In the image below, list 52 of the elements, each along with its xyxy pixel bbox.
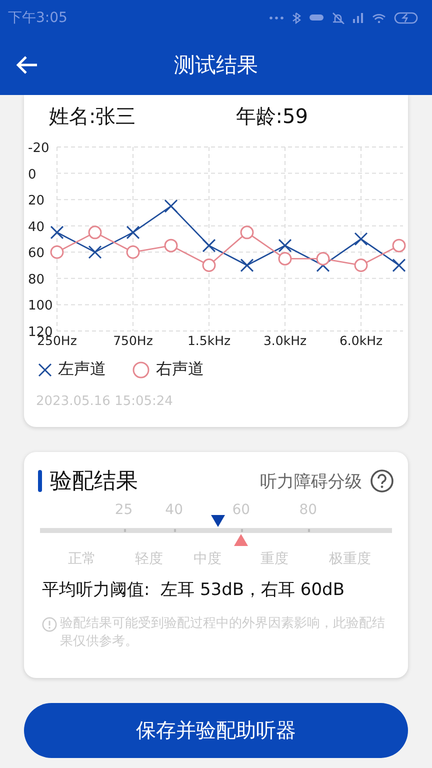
back-icon[interactable] xyxy=(16,56,38,74)
help-icon[interactable] xyxy=(370,469,394,493)
save-button[interactable]: 保存并验配助听器 xyxy=(24,703,408,758)
cross-marker xyxy=(392,258,406,272)
circle-marker xyxy=(354,258,368,272)
cross-marker xyxy=(240,258,254,272)
cross-marker xyxy=(278,238,292,252)
legend-label: 右声道 xyxy=(156,359,204,380)
wifi-icon xyxy=(372,12,386,22)
circle-marker xyxy=(50,245,64,259)
x-axis-label: 6.0kHz xyxy=(339,333,383,348)
circle-marker xyxy=(164,238,178,252)
bluetooth-icon xyxy=(292,12,301,24)
circle-marker xyxy=(126,245,140,259)
cross-marker xyxy=(50,226,64,240)
y-axis-label: 40 xyxy=(28,220,45,235)
section-title: 验配结果 xyxy=(50,468,139,496)
circle-marker xyxy=(316,252,330,266)
legend-label: 左声道 xyxy=(58,359,106,380)
status-time: 下午3:05 xyxy=(8,8,68,26)
info-icon xyxy=(42,617,57,632)
more-icon xyxy=(269,16,284,20)
y-axis-label: 0 xyxy=(28,167,36,182)
circle-marker xyxy=(240,226,254,240)
signal-icon xyxy=(353,12,364,22)
patient-name: 姓名:张三 xyxy=(49,103,136,130)
y-axis-label: -20 xyxy=(28,141,50,156)
y-axis-label: 100 xyxy=(28,298,53,314)
average-threshold: 平均听力阈值: 左耳 53dB，右耳 60dB xyxy=(41,579,346,601)
page-title: 测试结果 xyxy=(174,52,258,79)
y-axis-label: 20 xyxy=(28,194,45,209)
x-axis-label: 1.5kHz xyxy=(187,333,231,348)
x-axis-label: 3.0kHz xyxy=(263,333,307,348)
circle-marker xyxy=(88,226,102,240)
circle-marker xyxy=(202,258,216,272)
y-axis-label: 60 xyxy=(28,246,45,262)
circle-marker xyxy=(278,252,292,266)
grading-link[interactable]: 听力障碍分级 xyxy=(260,470,362,492)
toggle-icon xyxy=(309,14,324,21)
muted-bell-icon xyxy=(332,12,345,24)
y-axis-label: 80 xyxy=(28,272,45,288)
cross-marker xyxy=(88,245,102,259)
x-axis-label: 750Hz xyxy=(113,333,153,348)
accent-bar xyxy=(38,470,42,492)
battery-icon xyxy=(394,12,418,24)
patient-age: 年龄:59 xyxy=(236,103,308,130)
cross-marker xyxy=(202,238,216,252)
cross-marker xyxy=(126,226,140,240)
cross-legend-icon xyxy=(38,362,52,376)
circle-legend-icon xyxy=(132,360,150,378)
cross-marker xyxy=(164,199,178,213)
cross-marker xyxy=(354,232,368,246)
